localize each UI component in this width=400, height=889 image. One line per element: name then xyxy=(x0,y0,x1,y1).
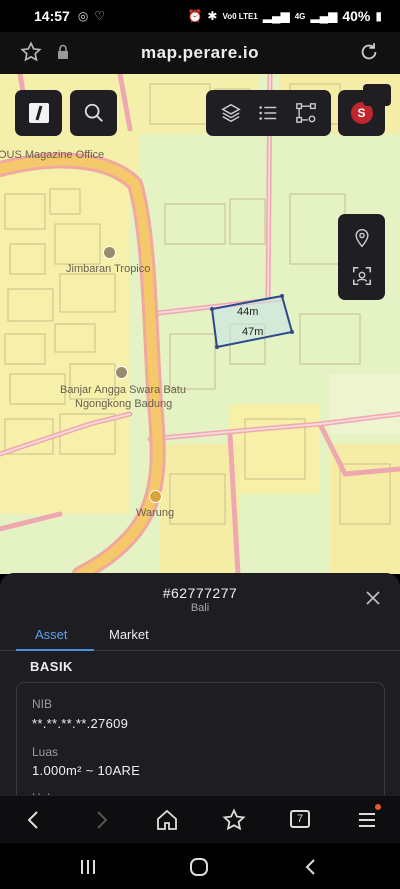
home-icon[interactable] xyxy=(155,808,179,832)
map-label-magazine-office: OUS Magazine Office xyxy=(0,149,105,161)
heart-notification-icon: ♡ xyxy=(94,9,106,23)
bookmarks-icon[interactable] xyxy=(222,808,246,832)
poi-icon xyxy=(103,246,116,259)
parcel-side-dimension: 47m xyxy=(242,326,264,338)
logo-icon xyxy=(28,103,49,123)
network-label: Vo0 LTE1 xyxy=(222,11,258,21)
map-label-jimbaran: Jimbaran Tropico xyxy=(66,263,151,275)
reload-icon[interactable] xyxy=(358,41,380,63)
map-tools-group xyxy=(206,90,331,136)
location-tools-group xyxy=(338,214,385,300)
active-tab-indicator xyxy=(16,649,94,651)
back-button-icon[interactable] xyxy=(300,856,322,878)
section-title: BASIK xyxy=(30,659,73,674)
back-icon[interactable] xyxy=(22,808,46,832)
parcel-id: #62777277 xyxy=(162,585,238,601)
browser-url-bar: map.perare.io xyxy=(0,32,400,74)
tab-market[interactable]: Market xyxy=(109,627,149,642)
recent-apps-icon[interactable] xyxy=(77,856,99,878)
menu-icon[interactable] xyxy=(355,808,379,832)
signal-icon-2: ▂▄▆ xyxy=(310,9,338,23)
field-value-luas: 1.000m² ~ 10ARE xyxy=(32,763,141,778)
locate-me-icon[interactable] xyxy=(351,265,373,287)
poi-icon xyxy=(115,366,128,379)
menu-notification-dot xyxy=(375,804,381,810)
browser-toolbar: 7 xyxy=(0,795,400,843)
parcel-details-sheet: #62777277 Bali Asset Market BASIK NIB **… xyxy=(0,573,400,812)
status-bar: 14:57 ◎ ♡ ⏰ ✱ Vo0 LTE1 ▂▄▆ 4G ▂▄▆ 40% ▮ xyxy=(0,0,400,32)
profile-badge xyxy=(363,84,391,106)
map-label-banjar-1: Banjar Angga Swara Batu xyxy=(60,384,186,396)
list-icon[interactable] xyxy=(257,102,279,124)
app-logo-button[interactable] xyxy=(15,90,62,136)
map-label-banjar-2: Ngongkong Badung xyxy=(75,398,173,410)
signal-icon: ▂▄▆ xyxy=(262,9,290,23)
layers-icon[interactable] xyxy=(220,102,242,124)
system-nav-bar xyxy=(0,843,400,889)
map-view[interactable]: OUS Magazine Office Jimbaran Tropico Ban… xyxy=(0,74,400,574)
battery-icon: ▮ xyxy=(375,9,382,23)
parcel-region: Bali xyxy=(190,602,210,614)
forward-icon[interactable] xyxy=(89,808,113,832)
field-label-luas: Luas xyxy=(32,745,59,759)
field-value-nib: **.**.**.**.27609 xyxy=(32,716,129,731)
battery-level: 40% xyxy=(342,8,371,24)
messenger-icon: ◎ xyxy=(77,9,89,23)
map-label-warung: Warung xyxy=(136,507,175,519)
basic-info-card: NIB **.**.**.**.27609 Luas 1.000m² ~ 10A… xyxy=(16,682,385,812)
restaurant-icon xyxy=(149,490,162,503)
tabs-button[interactable]: 7 xyxy=(290,810,310,828)
alarm-icon: ⏰ xyxy=(187,9,203,23)
polygon-tool-icon[interactable] xyxy=(295,102,317,124)
bluetooth-icon: ✱ xyxy=(207,9,218,23)
search-button[interactable] xyxy=(70,90,117,136)
close-icon[interactable] xyxy=(366,591,380,605)
field-label-nib: NIB xyxy=(32,697,53,711)
tab-asset[interactable]: Asset xyxy=(35,627,68,642)
tab-bar: Asset Market xyxy=(0,625,400,651)
network-type-label: 4G xyxy=(294,11,306,21)
search-icon xyxy=(84,103,103,122)
parcel-top-dimension: 44m xyxy=(237,306,259,318)
status-time: 14:57 xyxy=(34,8,70,24)
url-text[interactable]: map.perare.io xyxy=(0,43,400,63)
home-button-icon[interactable] xyxy=(188,856,210,878)
location-pin-icon[interactable] xyxy=(352,227,372,249)
